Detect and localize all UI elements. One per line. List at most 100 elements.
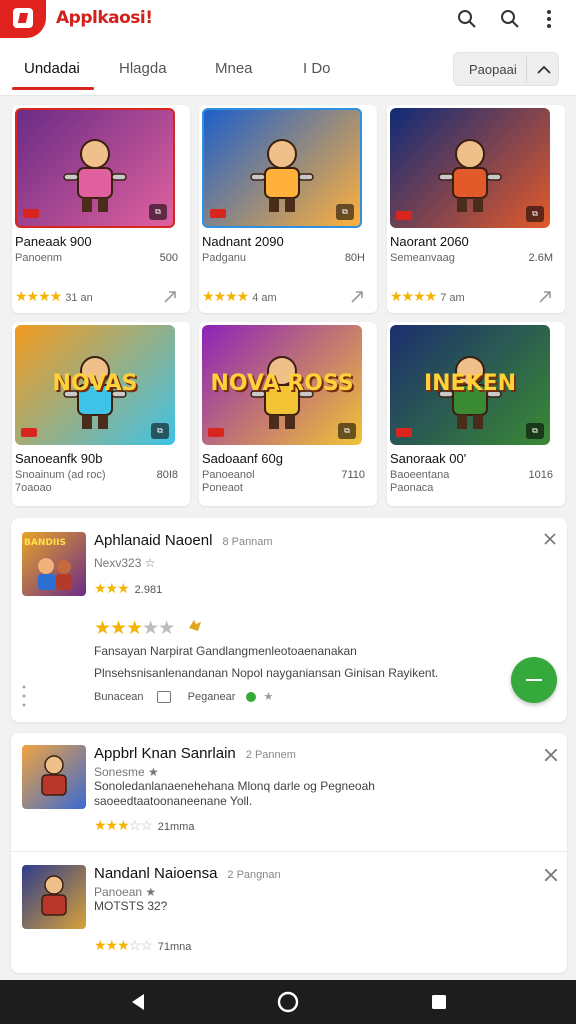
app-list-panel: Appbrl Knan Sanrlain 2 Pannem Sonesme ★ Son… [11,733,567,973]
bookmark-icon[interactable]: ⧉ [149,204,167,220]
app-card-subtitle: Baoeentana [390,469,450,481]
app-card-subtitle-2: Paonaca [390,482,434,494]
system-nav-bar [0,980,576,1024]
featured-app-count: 8 Pannam [222,536,273,548]
app-card[interactable]: NOVA ROSS ⧉ Sadoaanf 60g Panoeanol Poneaot 7… [199,322,377,506]
app-card[interactable]: ⧉ Paneaak 900 Panoenm 500 ★★★★ 31 an [12,105,190,313]
share-icon[interactable] [162,289,178,305]
app-header: Applkaosi! [0,0,576,38]
tab-bar: Undadai Hlagda Mnea I Do Paopaai [0,38,576,96]
rating-count: 7 am [440,292,465,304]
app-card-size: 7110 [341,469,365,481]
thumbnail-badge [396,211,412,220]
list-divider [11,851,567,852]
app-card[interactable]: INEKEN ⧉ Sanoraak 00' Baoeentana Paonaca 101… [387,322,565,506]
app-card[interactable]: ⧉ Naorant 2060 Semeanvaag 2.6M ★★★★ 7 am [387,105,565,313]
rating-count: 31 an [65,292,93,304]
status-dot-icon [246,692,257,703]
app-card-size: 500 [159,252,178,264]
thumbnail-title: NOVA ROSS [210,370,354,396]
bookmark-icon[interactable]: ⧉ [526,423,544,439]
bookmark-icon[interactable]: ⧉ [338,423,356,439]
thumbnail-badge [23,209,39,218]
featured-footer-a: Bunacean [94,691,144,703]
list-app-rating: ★★★☆☆ 71mna [94,937,192,953]
app-card-title: Paneaak 900 [15,234,92,249]
collapse-fab-button[interactable] [511,657,557,703]
more-vertical-icon[interactable] [534,4,564,34]
app-title: Applkaosi! [56,8,153,28]
app-card-title: Sadoaanf 60g [202,451,283,466]
list-app-count: 2 Pangnan [227,869,281,881]
bookmark-icon[interactable]: ⧉ [151,423,169,439]
app-card-subtitle: Snoainum (ad roc) [15,469,106,481]
close-icon[interactable] [543,532,559,548]
app-card-subtitle: Padganu [202,252,247,264]
bookmark-icon[interactable]: ⧉ [526,206,544,222]
thumbnail-badge [396,428,412,437]
thumbnail-badge [21,428,37,437]
featured-star-rating[interactable]: ★★★★★ [94,616,204,640]
list-app-rating: ★★★☆☆ 21mma [94,817,195,833]
tab-undadai[interactable]: Undadai [24,60,80,77]
list-item[interactable]: Appbrl Knan Sanrlain 2 Pannem Sonesme ★ Son… [11,733,567,851]
app-card-subtitle-2: 7oaoao [15,482,52,494]
bookmark-icon[interactable]: ⧉ [336,204,354,220]
app-card-size: 80I8 [156,469,178,481]
app-thumbnail[interactable]: INEKEN ⧉ [390,325,550,445]
app-thumbnail[interactable]: NOVA ROSS ⧉ [202,325,362,445]
hand-icon [186,618,204,639]
featured-app-meta: Nexv323 ☆ [94,556,156,570]
list-app-icon [22,745,86,809]
app-thumbnail[interactable]: ⧉ [15,108,175,228]
star-small-icon: ★ [263,691,274,703]
list-app-icon [22,865,86,929]
app-card-subtitle: Panoenm [15,252,63,264]
list-app-meta: Sonesme ★ [94,765,159,779]
drag-handle-icon[interactable] [22,684,26,708]
game-character-icon [63,138,127,212]
filter-dropdown-button[interactable]: Paopaai [453,52,559,86]
app-thumbnail[interactable]: ⧉ [202,108,362,228]
featured-app-icon: BANDIIS [22,532,86,596]
app-card-size: 2.6M [528,252,553,264]
featured-small-rating: ★★★ 2.981 [94,580,163,596]
app-card-title: Sanoeanfk 90b [15,451,103,466]
app-card-title: Naorant 2060 [390,234,469,249]
app-card-rating: ★★★★ 7 am [390,288,465,304]
active-tab-indicator [12,87,94,90]
app-card[interactable]: ⧉ Nadnant 2090 Padganu 80H ★★★★ 4 am [199,105,377,313]
app-card[interactable]: NOVAS ⧉ Sanoeanfk 90b Snoainum (ad roc) 7oa… [12,322,190,506]
game-character-icon [438,139,502,212]
featured-app-title: Aphlanaid Naoenl [94,532,213,549]
back-icon[interactable] [126,990,150,1014]
app-card-subtitle: Panoeanol [202,469,255,481]
list-app-description-2: saoeedtaatoonaneenane Yoll. [94,794,253,808]
search-icon[interactable] [452,4,482,34]
tab-hlagda[interactable]: Hlagda [119,60,167,77]
share-icon[interactable] [537,289,553,305]
thumbnail-title: INEKEN [423,370,517,396]
tab-i-do[interactable]: I Do [303,60,331,77]
featured-description-2: Plnsehsnisanlenandanan Nopol nayganiansa… [94,666,439,680]
close-icon[interactable] [543,747,559,763]
share-icon[interactable] [349,289,365,305]
search-icon[interactable] [495,4,525,34]
recents-icon[interactable] [427,990,451,1014]
list-app-description: MOTSTS 32? [94,899,168,913]
app-card-rating: ★★★★ 4 am [202,288,277,304]
list-item[interactable]: Nandanl Naioensa 2 Pangnan Panoean ★ MOTSTS… [11,853,567,971]
featured-app-panel[interactable]: BANDIIS Aphlanaid Naoenl 8 Pannam Nexv323… [11,518,567,722]
filter-dropdown-label: Paopaai [469,62,517,77]
rating-count: 4 am [252,292,277,304]
chevron-up-icon [532,59,556,81]
app-thumbnail[interactable]: NOVAS ⧉ [15,325,175,445]
list-app-meta: Panoean ★ [94,885,157,899]
home-icon[interactable] [276,990,300,1014]
list-app-description: Sonoledanlanaenehehana Mlonq darle og Pe… [94,779,375,793]
tab-mnea[interactable]: Mnea [215,60,253,77]
close-icon[interactable] [543,867,559,883]
thumbnail-badge [210,209,226,218]
thumb-icon[interactable] [156,691,171,704]
app-thumbnail[interactable]: ⧉ [390,108,550,228]
